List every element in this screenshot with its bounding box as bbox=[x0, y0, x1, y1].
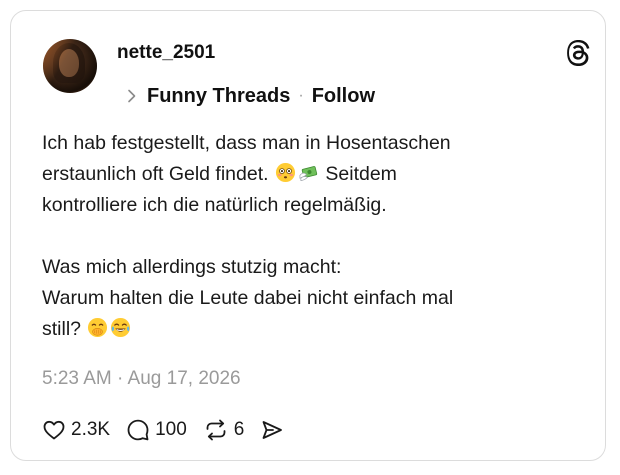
send-icon bbox=[262, 421, 283, 439]
chevron-right-icon bbox=[128, 89, 136, 103]
separator-dot: · bbox=[298, 87, 304, 104]
post-card: nette_2501 Funny Threads · Follow Ich ha… bbox=[10, 10, 606, 461]
repost-icon bbox=[206, 419, 226, 441]
community-row: Funny Threads · Follow bbox=[127, 83, 375, 109]
post-line: Ich hab festgestellt, dass man in Hosent… bbox=[42, 132, 451, 154]
post-timestamp: 5:23 AM · Aug 17, 2026 bbox=[42, 368, 241, 389]
username[interactable]: nette_2501 bbox=[117, 42, 215, 64]
post-line: still? bbox=[42, 314, 562, 345]
reply-button[interactable]: 100 bbox=[126, 418, 187, 442]
hand-over-mouth-emoji-icon bbox=[88, 317, 108, 338]
action-bar: 2.3K 100 6 bbox=[42, 416, 300, 444]
avatar[interactable] bbox=[43, 39, 97, 93]
follow-button[interactable]: Follow bbox=[312, 85, 375, 108]
comment-bubble-icon bbox=[127, 419, 149, 441]
post-line: Warum halten die Leute dabei nicht einfa… bbox=[42, 287, 454, 309]
repost-count: 6 bbox=[233, 419, 245, 440]
community-link[interactable]: Funny Threads bbox=[147, 85, 290, 108]
heart-icon bbox=[43, 420, 65, 440]
threads-logo-icon[interactable] bbox=[565, 39, 593, 67]
repost-button[interactable]: 6 bbox=[203, 418, 245, 442]
share-button[interactable] bbox=[260, 418, 284, 442]
like-button[interactable]: 2.3K bbox=[42, 418, 110, 442]
post-line: erstaunlich oft Geld findet. Seitdem bbox=[42, 162, 397, 185]
like-count: 2.3K bbox=[71, 419, 111, 440]
post-text: Ich hab festgestellt, dass man in Hosent… bbox=[42, 128, 562, 345]
post-line: kontrolliere ich die natürlich regelmäßi… bbox=[42, 194, 387, 216]
money-with-wings-emoji-icon bbox=[299, 166, 318, 181]
flushed-face-emoji-icon bbox=[275, 162, 296, 183]
reply-count: 100 bbox=[155, 419, 187, 440]
post-line: Was mich allerdings stutzig macht: bbox=[42, 256, 342, 278]
tears-of-joy-emoji-icon bbox=[111, 317, 131, 338]
